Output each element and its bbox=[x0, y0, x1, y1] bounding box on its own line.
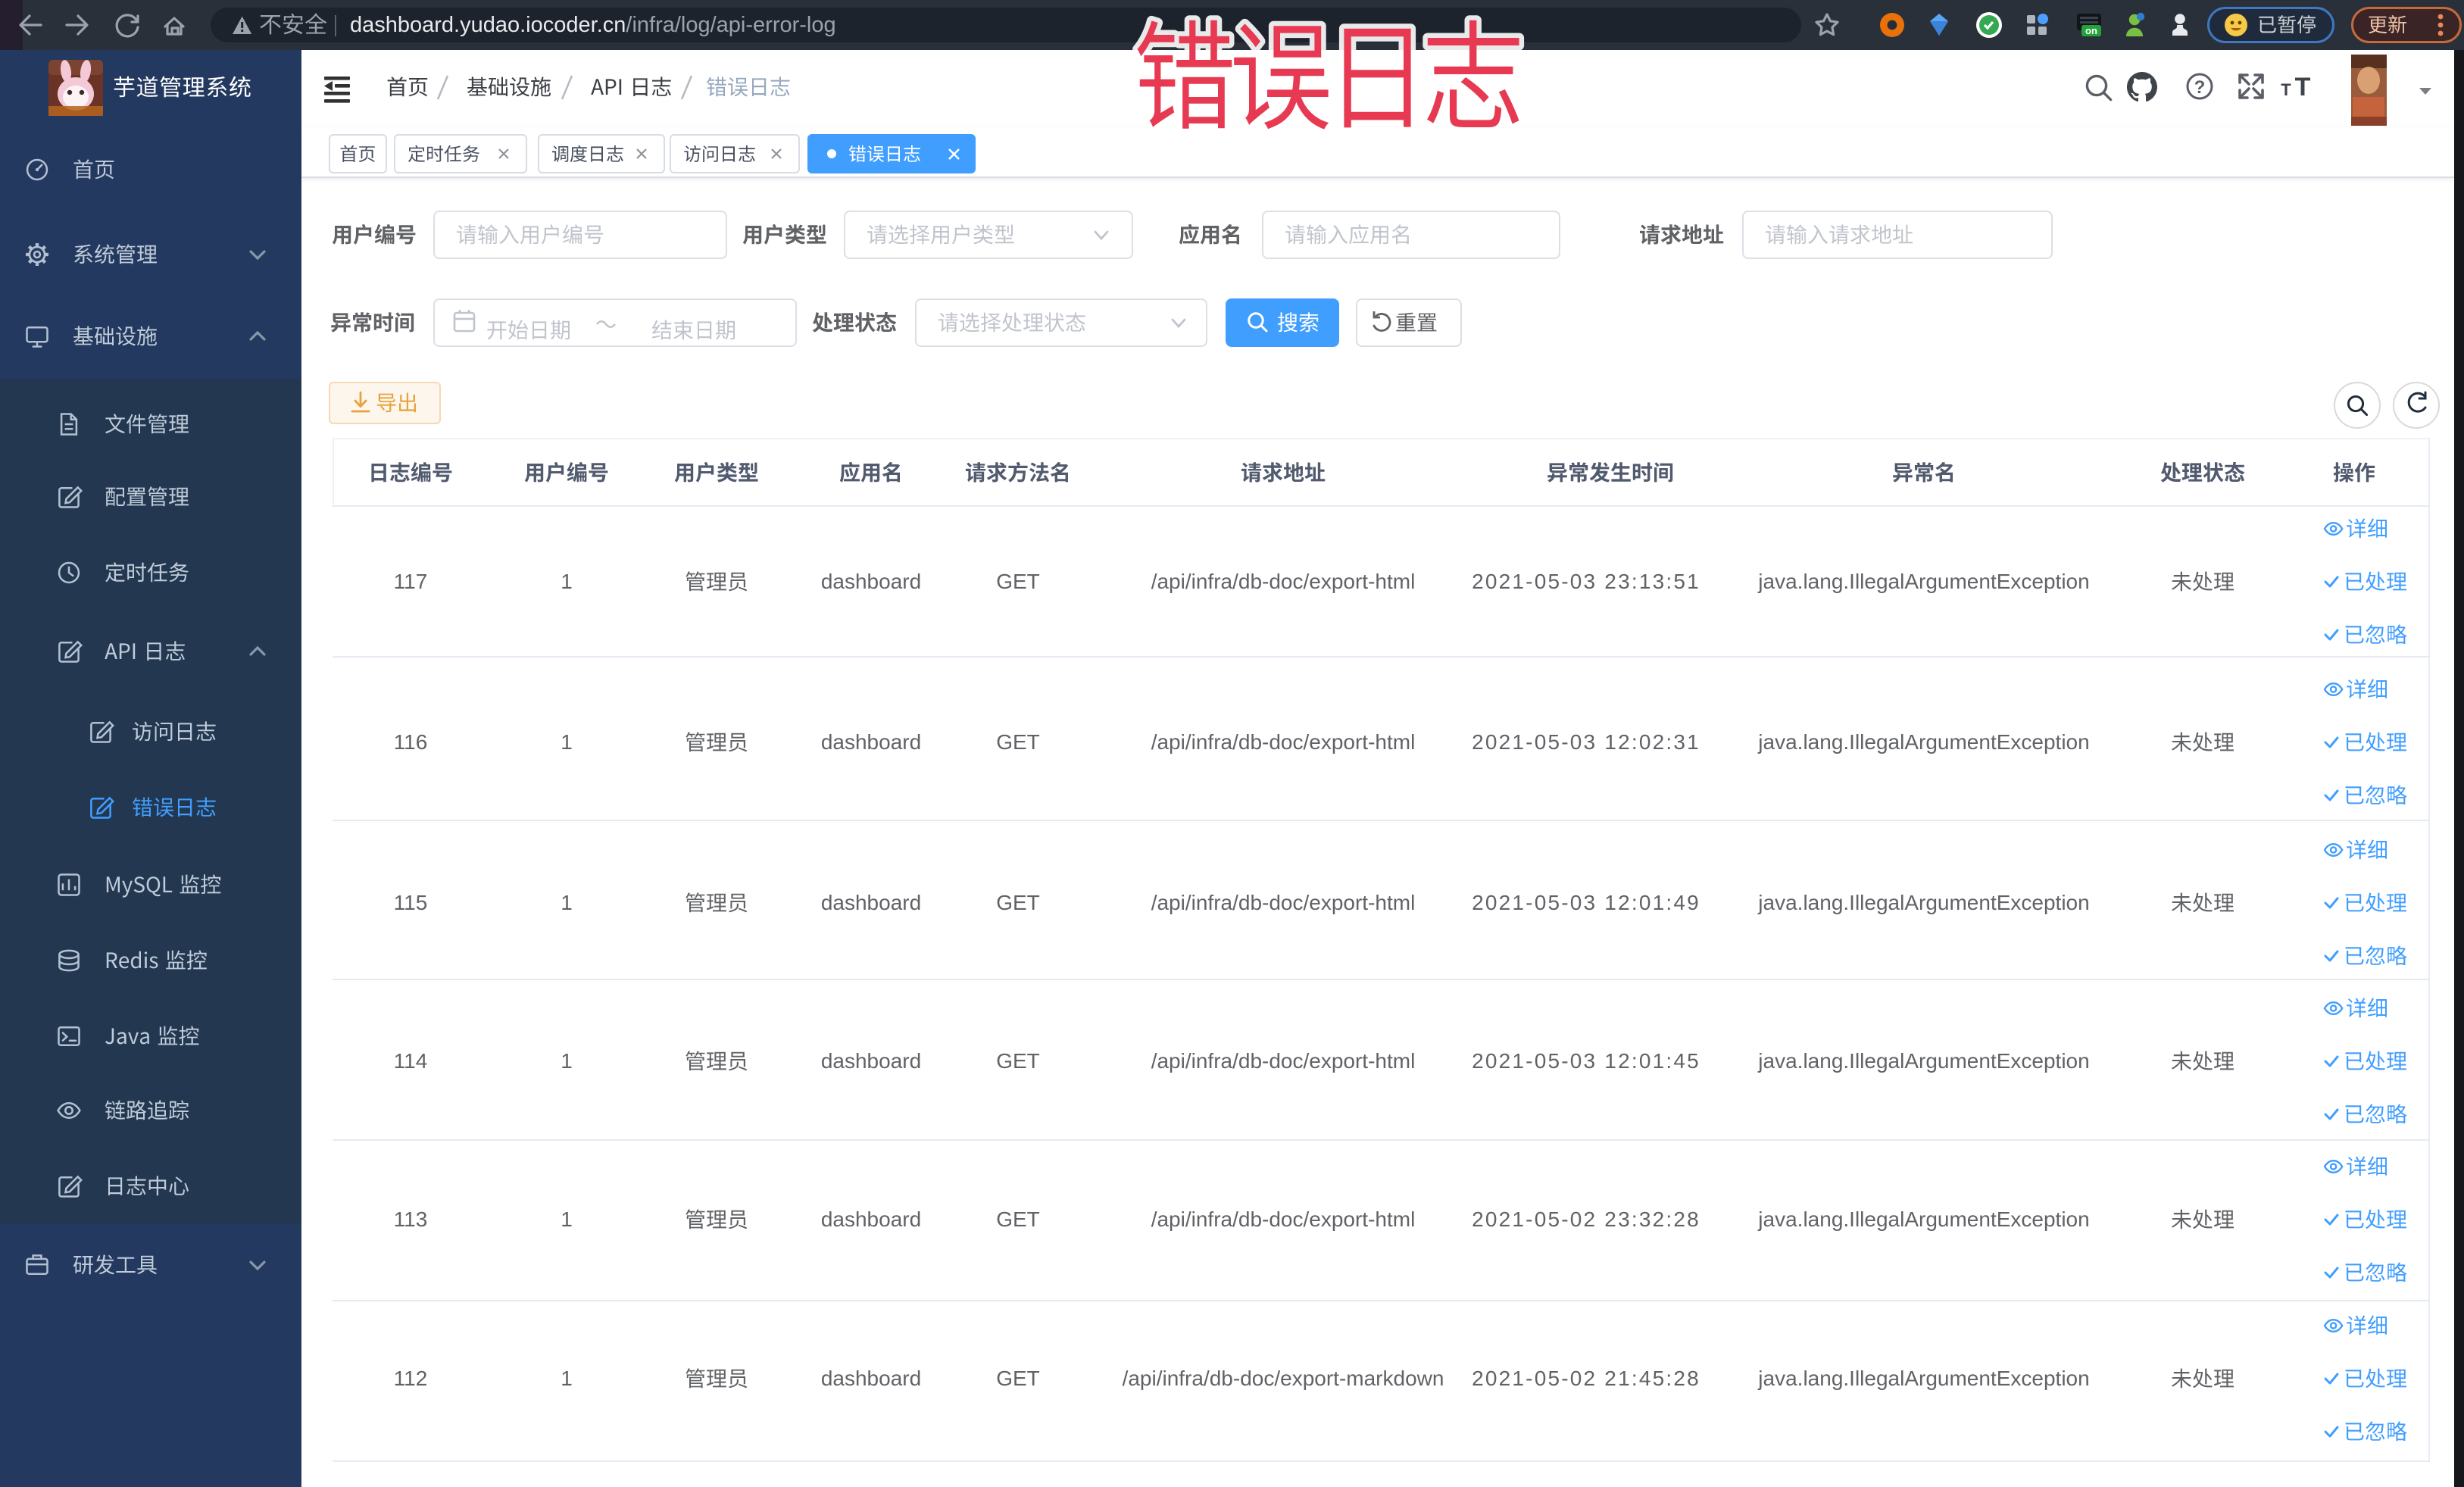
svg-text:T: T bbox=[2295, 73, 2311, 102]
svg-text:?: ? bbox=[2194, 77, 2206, 98]
svg-text:T: T bbox=[2281, 80, 2291, 99]
